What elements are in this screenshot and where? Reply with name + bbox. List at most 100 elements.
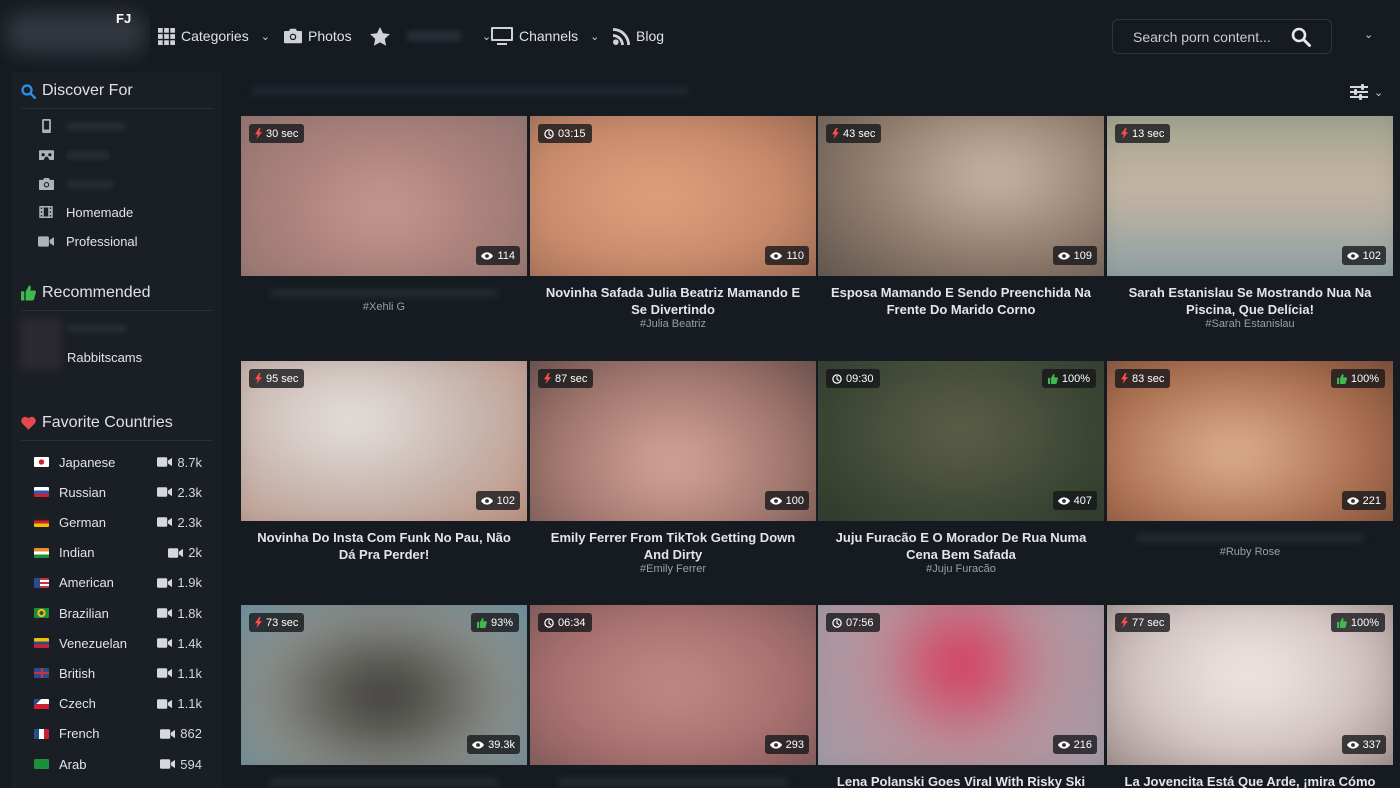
favorite-countries-heading: Favorite Countries bbox=[21, 414, 173, 432]
video-thumbnail[interactable]: 09:30 100% 407 bbox=[818, 361, 1104, 521]
views-badge: 102 bbox=[1341, 246, 1386, 265]
video-card[interactable]: 03:15 110 Novinha Safada Julia Beatriz Mam… bbox=[530, 116, 816, 330]
nav-blog[interactable]: Blog bbox=[613, 24, 664, 48]
video-card[interactable]: 83 sec 100% 221 #Ruby Rose bbox=[1107, 361, 1393, 561]
country-item-ve[interactable]: Venezuelan 1.4k bbox=[34, 634, 202, 652]
duration-text: 83 sec bbox=[1132, 372, 1165, 385]
rating-text: 100% bbox=[1350, 372, 1379, 385]
search-input[interactable] bbox=[1133, 29, 1293, 45]
video-thumbnail[interactable]: 73 sec 93% 39.3k bbox=[241, 605, 527, 765]
country-item-fr[interactable]: French 862 bbox=[34, 725, 202, 743]
video-title[interactable]: Emily Ferrer From TikTok Getting Down An… bbox=[538, 529, 808, 563]
video-thumbnail[interactable]: 43 sec 109 bbox=[818, 116, 1104, 276]
discover-item-homemade[interactable]: Homemade bbox=[38, 203, 133, 221]
discover-item-vr[interactable] bbox=[38, 146, 110, 164]
site-logo[interactable]: FJ bbox=[0, 0, 150, 70]
filter-button[interactable]: ⌄ bbox=[1350, 84, 1383, 100]
nav-categories[interactable]: Categories ⌄ bbox=[158, 24, 270, 48]
country-count-value: 862 bbox=[180, 726, 202, 742]
video-title-blurred[interactable] bbox=[249, 773, 519, 788]
chevron-down-icon: ⌄ bbox=[260, 30, 270, 43]
country-item-sa[interactable]: Arab 594 bbox=[34, 755, 202, 773]
video-tag[interactable]: #Ruby Rose bbox=[1115, 546, 1385, 558]
country-item-de[interactable]: German 2.3k bbox=[34, 513, 202, 531]
video-thumbnail[interactable]: 13 sec 102 bbox=[1107, 116, 1393, 276]
country-count-value: 1.4k bbox=[177, 635, 202, 651]
duration-text: 95 sec bbox=[266, 372, 299, 385]
video-title-blurred[interactable] bbox=[538, 773, 808, 788]
video-title-blurred[interactable] bbox=[249, 284, 519, 301]
nav-channels[interactable]: Channels ⌄ bbox=[491, 24, 599, 48]
country-count: 2.3k bbox=[157, 515, 202, 530]
eye-icon bbox=[1057, 740, 1070, 749]
video-card[interactable]: 09:30 100% 407 Juju Furacão E O Morador De … bbox=[818, 361, 1104, 575]
flash-icon bbox=[255, 128, 262, 139]
recommended-name[interactable]: Rabbitscams bbox=[67, 350, 142, 365]
video-card[interactable]: 73 sec 93% 39.3k bbox=[241, 605, 527, 788]
heart-icon bbox=[21, 416, 36, 430]
video-thumbnail[interactable]: 77 sec 100% 337 bbox=[1107, 605, 1393, 765]
video-tag[interactable]: #Juju Furacão bbox=[826, 563, 1096, 575]
recommended-thumbnail[interactable] bbox=[20, 318, 62, 370]
video-card[interactable]: 07:56 216 Lena Polanski Goes Viral With Ri… bbox=[818, 605, 1104, 788]
country-item-br[interactable]: Brazilian 1.8k bbox=[34, 604, 202, 622]
user-menu-chevron-icon[interactable]: ⌄ bbox=[1364, 28, 1373, 41]
video-tag[interactable]: #Emily Ferrer bbox=[538, 563, 808, 575]
views-badge: 100 bbox=[764, 491, 809, 510]
video-tag[interactable]: #Sarah Estanislau bbox=[1115, 318, 1385, 330]
video-card[interactable]: 06:34 293 bbox=[530, 605, 816, 788]
video-title[interactable]: Novinha Do Insta Com Funk No Pau, Não Dá… bbox=[249, 529, 519, 563]
video-title[interactable]: Sarah Estanislau Se Mostrando Nua Na Pis… bbox=[1115, 284, 1385, 318]
video-card[interactable]: 13 sec 102 Sarah Estanislau Se Mostrando N… bbox=[1107, 116, 1393, 330]
country-item-ru[interactable]: Russian 2.3k bbox=[34, 483, 202, 501]
video-tag[interactable]: #Julia Beatriz bbox=[538, 318, 808, 330]
video-card[interactable]: 77 sec 100% 337 La Jovencita Está Que Arde,… bbox=[1107, 605, 1393, 788]
country-item-cz[interactable]: Czech 1.1k bbox=[34, 695, 202, 713]
video-card[interactable]: 30 sec 114 #Xehli G bbox=[241, 116, 527, 316]
video-thumbnail[interactable]: 30 sec 114 bbox=[241, 116, 527, 276]
nav-photos[interactable]: Photos bbox=[284, 24, 352, 48]
video-card[interactable]: 43 sec 109 Esposa Mamando E Sendo Preenchi… bbox=[818, 116, 1104, 318]
monitor-icon bbox=[491, 27, 513, 45]
nav-favorites[interactable]: ⌄ bbox=[370, 24, 491, 48]
video-thumbnail[interactable]: 06:34 293 bbox=[530, 605, 816, 765]
discover-item-photos[interactable] bbox=[38, 175, 114, 193]
country-item-jp[interactable]: Japanese 8.7k bbox=[34, 453, 202, 471]
eye-icon bbox=[1346, 496, 1359, 505]
discover-item-mobile[interactable] bbox=[38, 117, 126, 135]
discover-item-professional[interactable]: Professional bbox=[38, 232, 138, 250]
country-item-us[interactable]: American 1.9k bbox=[34, 574, 202, 592]
nav-categories-label: Categories bbox=[181, 28, 249, 44]
video-title[interactable]: Esposa Mamando E Sendo Preenchida Na Fre… bbox=[826, 284, 1096, 318]
views-text: 102 bbox=[1362, 249, 1381, 262]
video-thumbnail[interactable]: 03:15 110 bbox=[530, 116, 816, 276]
duration-text: 30 sec bbox=[266, 127, 299, 140]
duration-text: 77 sec bbox=[1132, 616, 1165, 629]
thumbs-up-icon bbox=[21, 285, 36, 301]
country-item-in[interactable]: Indian 2k bbox=[34, 544, 202, 562]
video-title[interactable]: Lena Polanski Goes Viral With Risky Ski … bbox=[826, 773, 1096, 788]
video-thumbnail[interactable]: 87 sec 100 bbox=[530, 361, 816, 521]
video-thumbnail[interactable]: 95 sec 102 bbox=[241, 361, 527, 521]
star-icon bbox=[370, 26, 390, 46]
recommended-title: Recommended bbox=[42, 284, 151, 301]
views-text: 293 bbox=[785, 738, 804, 751]
video-title[interactable]: Novinha Safada Julia Beatriz Mamando E S… bbox=[538, 284, 808, 318]
video-thumbnail[interactable]: 07:56 216 bbox=[818, 605, 1104, 765]
video-thumbnail[interactable]: 83 sec 100% 221 bbox=[1107, 361, 1393, 521]
video-camera-icon bbox=[157, 638, 173, 648]
video-tag[interactable]: #Xehli G bbox=[249, 301, 519, 313]
views-badge: 337 bbox=[1341, 735, 1386, 754]
country-item-gb[interactable]: British 1.1k bbox=[34, 664, 202, 682]
video-card[interactable]: 87 sec 100 Emily Ferrer From TikTok Gettin… bbox=[530, 361, 816, 575]
duration-text: 09:30 bbox=[846, 372, 874, 385]
duration-badge: 95 sec bbox=[249, 369, 305, 388]
country-count: 1.8k bbox=[157, 606, 202, 621]
flag-icon bbox=[34, 487, 49, 498]
video-title-blurred[interactable] bbox=[1115, 529, 1385, 546]
video-card[interactable]: 95 sec 102 Novinha Do Insta Com Funk No Pa… bbox=[241, 361, 527, 563]
search-icon[interactable] bbox=[1291, 27, 1311, 47]
video-title[interactable]: La Jovencita Está Que Arde, ¡mira Cómo S… bbox=[1115, 773, 1385, 788]
video-title[interactable]: Juju Furacão E O Morador De Rua Numa Cen… bbox=[826, 529, 1096, 563]
country-count-value: 2.3k bbox=[177, 484, 202, 500]
